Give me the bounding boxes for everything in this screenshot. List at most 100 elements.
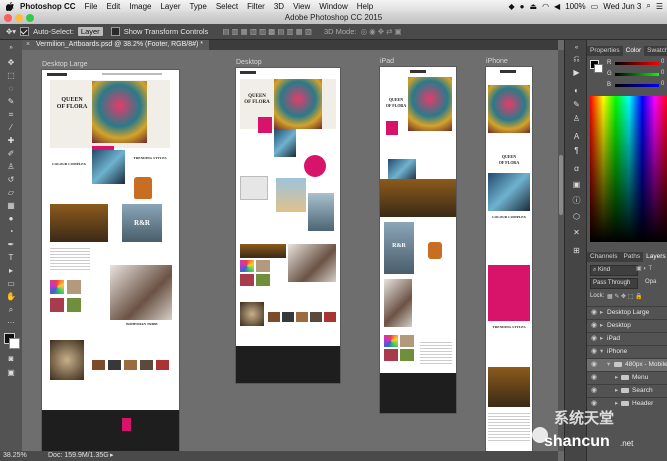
layer-comps-panel-icon[interactable]: ⊞ <box>572 246 581 255</box>
quick-mask-icon[interactable]: ◙ <box>6 354 16 363</box>
glyphs-panel-icon[interactable]: ꭤ <box>572 164 581 173</box>
expand-arrow-icon[interactable]: ▾ <box>600 346 603 358</box>
align-buttons-icon[interactable]: ▤ ▥ ▦ ▧ ▨ ▩ ▤ ▥ ▦ ▧ <box>222 27 312 36</box>
history-panel-icon[interactable]: ⎌ <box>572 54 581 63</box>
wifi-icon[interactable]: ◠ <box>542 2 549 11</box>
path-selection-tool-icon[interactable]: ▸ <box>6 266 16 275</box>
tab-properties[interactable]: Properties <box>587 46 623 56</box>
layer-row-search[interactable]: ◉ ▸ Search <box>587 384 667 397</box>
layer-filter-dropdown[interactable]: ⌕ Kind <box>590 265 638 276</box>
menu-filter[interactable]: Filter <box>247 2 265 11</box>
layer-row-480px-mobile[interactable]: ◉ ▾ 480px - Mobile <box>587 358 667 371</box>
menu-file[interactable]: File <box>85 2 98 11</box>
artboard-ipad[interactable]: QUEEN OF FLORA R&R <box>380 67 456 413</box>
canvas-area[interactable]: Desktop Large QUEEN OF FLORA COLOUR COMP… <box>22 50 558 451</box>
menu-edit[interactable]: Edit <box>106 2 120 11</box>
layer-row-iphone[interactable]: ◉ ▾ iPhone <box>587 345 667 358</box>
lock-icons[interactable]: ▦ ✎ ✥ ⬚ 🔒 <box>607 293 643 300</box>
eye-icon[interactable]: ◉ <box>589 333 599 345</box>
expand-arrow-icon[interactable]: ▸ <box>600 333 603 345</box>
auto-select-checkbox[interactable] <box>20 27 30 36</box>
expand-arrow-icon[interactable]: ▸ <box>615 385 618 397</box>
eye-icon[interactable]: ◉ <box>589 346 599 358</box>
notifications-icon[interactable]: ☰ <box>656 2 663 11</box>
crop-tool-icon[interactable]: ⌗ <box>6 110 16 119</box>
slider-r-track[interactable] <box>615 62 659 65</box>
tool-presets-panel-icon[interactable]: ✕ <box>572 228 581 237</box>
rectangle-tool-icon[interactable]: ▭ <box>6 279 16 288</box>
slider-g-track[interactable] <box>615 73 659 76</box>
eye-icon[interactable]: ◉ <box>589 359 599 371</box>
artboard-desktop[interactable]: QUEEN OF FLORA <box>236 68 340 383</box>
volume-icon[interactable]: ◀ <box>554 2 560 11</box>
extra-tools-icon[interactable]: ··· <box>6 318 16 327</box>
doc-size[interactable]: Doc: 159.9M/1.35G <box>48 451 109 461</box>
quick-select-tool-icon[interactable]: ✎ <box>6 97 16 106</box>
slider-r-value[interactable]: 0 <box>661 59 664 65</box>
zoom-window-button[interactable] <box>26 14 34 22</box>
expand-arrow-icon[interactable]: ▸ <box>600 320 603 332</box>
apple-icon[interactable] <box>5 1 14 11</box>
layer-row-ipad[interactable]: ◉ ▸ iPad <box>587 332 667 345</box>
minimize-window-button[interactable] <box>15 14 23 22</box>
tab-channels[interactable]: Channels <box>587 252 620 262</box>
artboard-label-iphone[interactable]: iPhone <box>486 58 508 65</box>
expand-arrow-icon[interactable]: ▸ <box>600 307 603 319</box>
character-panel-icon[interactable]: A <box>572 132 581 141</box>
menu-help[interactable]: Help <box>357 2 373 11</box>
clone-source-panel-icon[interactable]: ♙ <box>572 114 581 123</box>
artboard-label-ipad[interactable]: iPad <box>380 58 394 65</box>
menu-image[interactable]: Image <box>129 2 151 11</box>
3d-panel-icon[interactable]: ⬡ <box>572 212 581 221</box>
menu-window[interactable]: Window <box>319 2 347 11</box>
search-icon[interactable]: ⌕ <box>646 1 650 11</box>
close-tab-icon[interactable]: × <box>26 40 30 50</box>
dodge-tool-icon[interactable]: ◔ <box>6 227 16 236</box>
gradient-tool-icon[interactable]: ▦ <box>6 201 16 210</box>
info-panel-icon[interactable]: ⓘ <box>572 196 581 205</box>
type-tool-icon[interactable]: T <box>6 253 16 262</box>
tab-layers[interactable]: Layers <box>643 252 667 262</box>
artboard-label-desktop-large[interactable]: Desktop Large <box>42 61 88 68</box>
eraser-tool-icon[interactable]: ▱ <box>6 188 16 197</box>
status-menu-icon[interactable]: ▸ <box>110 451 114 461</box>
eye-icon[interactable]: ◉ <box>589 307 599 319</box>
screen-mode-icon[interactable]: ▣ <box>6 368 16 377</box>
clone-stamp-tool-icon[interactable]: ♙ <box>6 162 16 171</box>
move-tool-icon[interactable]: ✥ <box>6 58 16 67</box>
lasso-tool-icon[interactable]: ◌ <box>6 84 16 93</box>
eye-icon[interactable]: ◉ <box>589 320 599 332</box>
artboard-iphone[interactable]: QUEEN OF FLORA COLOUR COMPLEX TRENDING S… <box>486 67 532 451</box>
blend-mode-dropdown[interactable]: Pass Through <box>590 278 638 289</box>
brush-panel-icon[interactable]: ✎ <box>572 100 581 109</box>
expand-arrow-icon[interactable]: ▾ <box>607 359 610 371</box>
healing-brush-tool-icon[interactable]: ✚ <box>6 136 16 145</box>
tab-color[interactable]: Color <box>622 46 645 56</box>
layer-row-menu[interactable]: ◉ ▸ Menu <box>587 371 667 384</box>
menu-view[interactable]: View <box>293 2 310 11</box>
layer-row-desktop[interactable]: ◉ ▸ Desktop <box>587 319 667 332</box>
eject-icon[interactable]: ⏏ <box>530 2 538 11</box>
actions-panel-icon[interactable]: ▶ <box>572 68 581 77</box>
blur-tool-icon[interactable]: ● <box>6 214 16 223</box>
dock-collapse-icon[interactable]: « <box>572 44 581 53</box>
battery-icon[interactable]: ▭ <box>591 2 599 11</box>
expand-arrow-icon[interactable]: ▸ <box>615 372 618 384</box>
artboard-label-desktop[interactable]: Desktop <box>236 59 262 66</box>
color-spectrum[interactable] <box>590 96 667 242</box>
auto-select-dropdown[interactable]: Layer <box>77 27 103 36</box>
zoom-tool-icon[interactable]: ⌕ <box>6 305 16 314</box>
navigator-panel-icon[interactable]: ▣ <box>572 180 581 189</box>
slider-g-value[interactable]: 0 <box>661 70 664 76</box>
close-window-button[interactable] <box>4 14 12 22</box>
move-tool-preset-icon[interactable]: ✥▾ <box>6 27 16 36</box>
clock[interactable]: Wed Jun 3 <box>603 2 641 11</box>
hand-tool-icon[interactable]: ✋ <box>6 292 16 301</box>
tab-paths[interactable]: Paths <box>620 252 643 262</box>
history-brush-tool-icon[interactable]: ↺ <box>6 175 16 184</box>
slider-b-value[interactable]: 0 <box>661 81 664 87</box>
battery-percent[interactable]: 100% <box>565 2 585 11</box>
menu-type[interactable]: Type <box>189 2 206 11</box>
transform-controls-checkbox[interactable] <box>110 27 120 36</box>
marquee-tool-icon[interactable]: ⬚ <box>6 71 16 80</box>
